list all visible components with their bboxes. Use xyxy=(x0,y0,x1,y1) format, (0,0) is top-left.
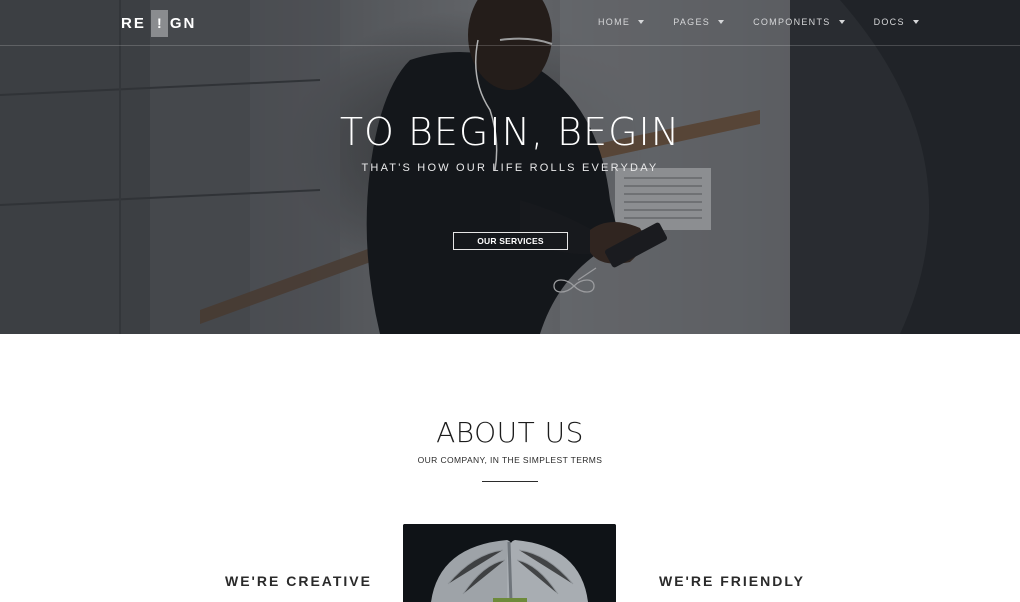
caret-down-icon xyxy=(718,20,725,24)
nav-item-label: COMPONENTS xyxy=(753,17,831,27)
hero-section: RE ! GN HOME PAGES COMPONENTS DOCS TO BE… xyxy=(0,0,1020,334)
hero-subtitle: THAT'S HOW OUR LIFE ROLLS EVERYDAY xyxy=(361,162,659,174)
caret-down-icon xyxy=(838,20,845,24)
brand-logo[interactable]: RE ! GN xyxy=(121,9,196,37)
nav-item-pages[interactable]: PAGES xyxy=(673,17,725,27)
about-title: ABOUT US xyxy=(436,416,584,449)
nav-item-label: PAGES xyxy=(673,17,711,27)
feature-friendly-heading: WE'RE FRIENDLY xyxy=(659,573,805,589)
nav-item-home[interactable]: HOME xyxy=(598,17,645,27)
about-image xyxy=(403,524,616,602)
top-navbar: RE ! GN HOME PAGES COMPONENTS DOCS xyxy=(0,0,1020,46)
brand-logo-right: GN xyxy=(169,14,197,32)
hero-title: TO BEGIN, BEGIN xyxy=(339,110,681,154)
feature-creative-heading: WE'RE CREATIVE xyxy=(225,573,372,589)
our-services-button[interactable]: OUR SERVICES xyxy=(453,232,568,250)
nav-item-label: HOME xyxy=(598,17,631,27)
caret-down-icon xyxy=(912,20,919,24)
about-divider xyxy=(482,481,538,482)
nav-item-components[interactable]: COMPONENTS xyxy=(753,17,845,27)
nav-item-label: DOCS xyxy=(873,17,905,27)
brand-logo-left: RE xyxy=(121,14,146,32)
caret-down-icon xyxy=(638,20,645,24)
about-subtitle: OUR COMPANY, IN THE SIMPLEST TERMS xyxy=(417,455,603,465)
main-nav: HOME PAGES COMPONENTS DOCS xyxy=(598,17,948,27)
knit-hat-photo xyxy=(403,524,616,602)
brand-logo-mark: ! xyxy=(150,9,168,37)
infinity-scroll-icon[interactable] xyxy=(548,266,600,298)
nav-item-docs[interactable]: DOCS xyxy=(874,17,919,27)
